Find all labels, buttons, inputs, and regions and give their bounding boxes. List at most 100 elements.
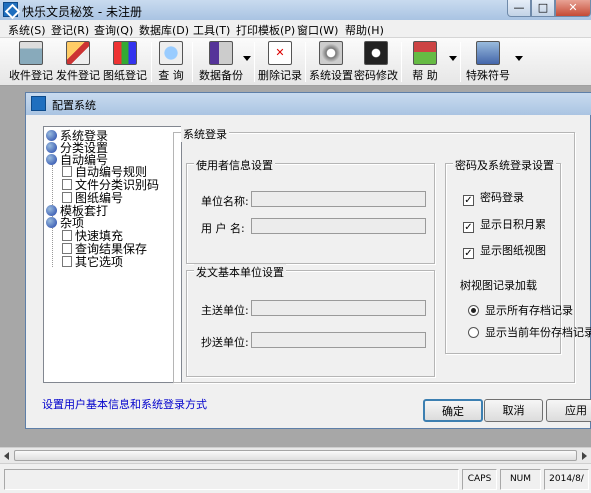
send-register-button[interactable]: 发件登记: [55, 40, 101, 83]
title-bar: 快乐文员秘笈 - 未注册 — □ ✕: [0, 0, 591, 20]
menu-tools[interactable]: 工具(T): [193, 22, 230, 38]
config-dialog: 配置系统 系统登录 分类设置 自动编号 自动编号规则 文件分类识别码 图纸编号 …: [25, 92, 591, 429]
help-dropdown-arrow[interactable]: [449, 56, 457, 61]
scroll-left-icon[interactable]: [4, 452, 9, 460]
check-icon: ✓: [463, 195, 474, 206]
system-settings-button[interactable]: 系统设置: [309, 40, 353, 83]
delete-record-button[interactable]: ✕ 删除记录: [258, 40, 302, 83]
status-bar: CAPS NUM 2014/8/: [0, 463, 591, 493]
special-symbols-button[interactable]: 特殊符号: [465, 40, 511, 83]
tree-item-autonum-rule[interactable]: 自动编号规则: [62, 166, 147, 178]
notebook-icon: [476, 41, 500, 65]
show-current-year-radio[interactable]: 显示当前年份存档记录: [468, 324, 591, 340]
menu-window[interactable]: 窗口(W): [297, 22, 338, 38]
tree-item-label: 自动编号规则: [75, 165, 148, 179]
main-recipient-label: 主送单位:: [201, 304, 249, 317]
user-name-field[interactable]: [251, 218, 426, 234]
tree-item-misc[interactable]: 杂项: [46, 217, 84, 229]
toolbar-separator: [401, 42, 402, 82]
tree-item-save-query[interactable]: 查询结果保存: [62, 243, 147, 255]
magnifier-icon: [159, 41, 183, 65]
user-name-label: 用 户 名:: [201, 222, 245, 235]
tree-item-quickfill[interactable]: 快速填充: [62, 230, 123, 242]
checkbox-label: 显示图纸视图: [480, 244, 546, 257]
minimize-button[interactable]: —: [507, 0, 531, 17]
query-button[interactable]: 查 询: [156, 40, 186, 83]
tree-item-file-classify[interactable]: 文件分类识别码: [62, 179, 159, 191]
show-calendar-checkbox[interactable]: ✓ 显示日积月累: [463, 216, 546, 233]
group-title: 发文基本单位设置: [194, 264, 286, 280]
tree-item-drawing-num[interactable]: 图纸编号: [62, 192, 123, 204]
radio-selected-icon: [468, 305, 479, 316]
check-icon: ✓: [463, 248, 474, 259]
node-icon: [46, 130, 57, 141]
dialog-title-bar: 配置系统: [26, 93, 591, 115]
send-register-label: 发件登记: [56, 69, 100, 82]
database-icon: [209, 41, 233, 65]
scroll-right-icon[interactable]: [582, 452, 587, 460]
tree-load-label: 树视图记录加载: [460, 279, 537, 292]
caps-indicator: CAPS: [462, 469, 497, 490]
cc-recipient-field[interactable]: [251, 332, 426, 348]
tree-item-label: 查询结果保存: [75, 242, 148, 256]
maximize-button[interactable]: □: [531, 0, 555, 17]
help-label: 帮 助: [412, 69, 438, 82]
page-icon: [62, 166, 72, 177]
cancel-button[interactable]: 取消: [484, 399, 543, 422]
drawing-register-label: 图纸登记: [103, 69, 147, 82]
radio-label: 显示所有存档记录: [485, 304, 573, 317]
backup-button[interactable]: 数据备份: [198, 40, 244, 83]
tree-item-other[interactable]: 其它选项: [62, 256, 123, 268]
symbols-dropdown-arrow[interactable]: [515, 56, 523, 61]
palette-icon: [113, 41, 137, 65]
group-title: 密码及系统登录设置: [453, 157, 556, 173]
date-indicator: 2014/8/: [544, 469, 589, 490]
app-logo-icon: [3, 2, 18, 17]
menu-register[interactable]: 登记(R): [51, 22, 89, 38]
page-icon: [62, 256, 72, 267]
page-icon: [62, 192, 72, 203]
receive-register-button[interactable]: 收件登记: [8, 40, 54, 83]
menu-system[interactable]: 系统(S): [8, 22, 46, 38]
password-change-button[interactable]: 密码修改: [354, 40, 398, 83]
num-indicator: NUM: [500, 469, 541, 490]
receive-register-label: 收件登记: [9, 69, 53, 82]
close-button[interactable]: ✕: [555, 0, 591, 17]
unit-name-field[interactable]: [251, 191, 426, 207]
pencil-icon: [66, 41, 90, 65]
ok-button[interactable]: 确定: [423, 399, 483, 422]
group-title: 系统登录: [181, 126, 229, 142]
menu-database[interactable]: 数据库(D): [139, 22, 189, 38]
checkbox-label: 密码登录: [480, 191, 524, 204]
backup-dropdown-arrow[interactable]: [243, 56, 251, 61]
menu-help[interactable]: 帮助(H): [345, 22, 384, 38]
delete-x-icon: ✕: [268, 41, 292, 65]
password-login-checkbox[interactable]: ✓ 密码登录: [463, 189, 524, 206]
scroll-thumb[interactable]: [14, 450, 577, 461]
tree-item-label: 其它选项: [75, 255, 124, 269]
checkbox-label: 显示日积月累: [480, 218, 546, 231]
settings-tree: 系统登录 分类设置 自动编号 自动编号规则 文件分类识别码 图纸编号 模板套打 …: [43, 126, 182, 383]
node-icon: [46, 217, 57, 228]
help-button[interactable]: 帮 助: [405, 40, 445, 83]
backup-label: 数据备份: [199, 69, 243, 82]
apply-button[interactable]: 应用: [546, 399, 591, 422]
dialog-title: 配置系统: [52, 99, 96, 112]
node-icon: [46, 205, 57, 216]
main-recipient-field[interactable]: [251, 300, 426, 316]
drawing-register-button[interactable]: 图纸登记: [102, 40, 148, 83]
horizontal-scrollbar[interactable]: [0, 447, 591, 463]
menu-query[interactable]: 查询(Q): [94, 22, 133, 38]
query-label: 查 询: [158, 69, 184, 82]
menu-print-template[interactable]: 打印模板(P): [236, 22, 295, 38]
show-drawing-checkbox[interactable]: ✓ 显示图纸视图: [463, 242, 546, 259]
page-icon: [62, 243, 72, 254]
node-icon: [46, 142, 57, 153]
tree-item-label: 文件分类识别码: [75, 178, 160, 192]
page-icon: [62, 230, 72, 241]
password-change-label: 密码修改: [354, 69, 398, 82]
page-icon: [62, 179, 72, 190]
toolbar: 收件登记 发件登记 图纸登记 查 询 数据备份 ✕ 删除记录 系统设置 密码修改…: [0, 38, 591, 86]
show-all-radio[interactable]: 显示所有存档记录: [468, 302, 573, 318]
delete-record-label: 删除记录: [258, 69, 302, 82]
